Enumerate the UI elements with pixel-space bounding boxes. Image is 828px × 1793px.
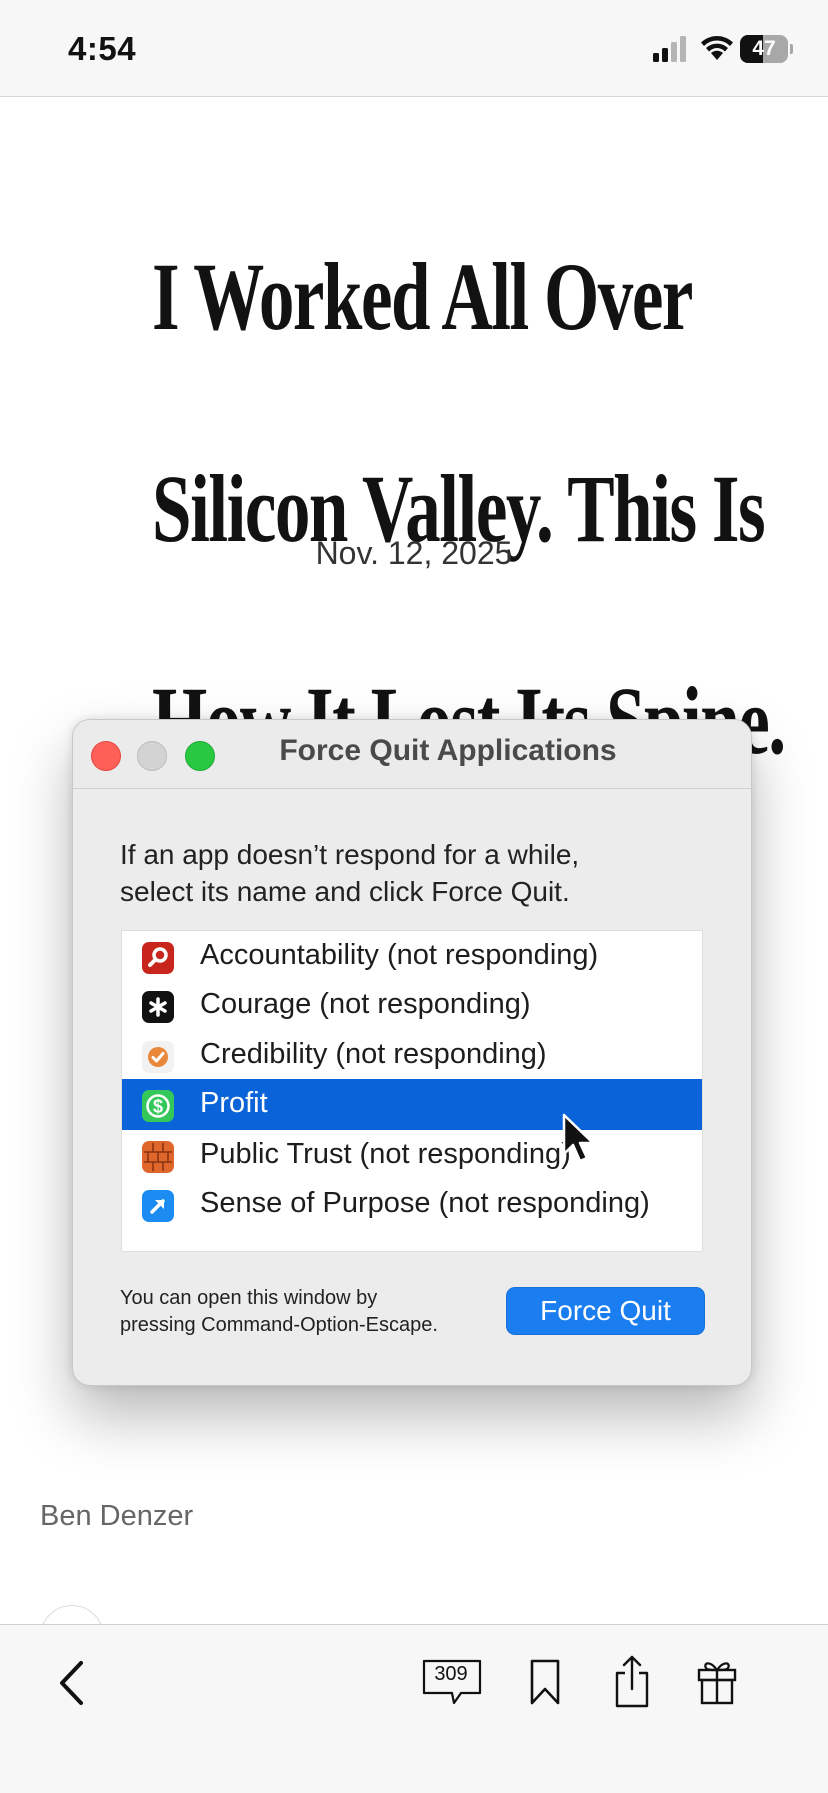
magnifier-icon bbox=[142, 942, 174, 974]
shortcut-hint: You can open this window by pressing Com… bbox=[120, 1285, 490, 1339]
window-title: Force Quit Applications bbox=[279, 734, 617, 767]
dollar-icon: $ bbox=[142, 1090, 174, 1122]
mouse-pointer-icon bbox=[562, 1113, 595, 1163]
comment-count: 309 bbox=[434, 1663, 468, 1685]
illustration-credit: Ben Denzer bbox=[40, 1500, 194, 1532]
app-list-row: Accountability (not responding) bbox=[122, 931, 702, 982]
window-titlebar: Force Quit Applications bbox=[73, 720, 751, 789]
app-name: Accountability (not responding) bbox=[200, 939, 599, 971]
app-list-row: $ Profit bbox=[122, 1079, 702, 1130]
instruction-line: select its name and click Force Quit. bbox=[120, 876, 570, 907]
battery-icon: 47 bbox=[740, 35, 793, 63]
window-instructions: If an app doesn’t respond for a while, s… bbox=[120, 836, 720, 910]
asterisk-icon bbox=[142, 991, 174, 1023]
brick-wall-icon bbox=[142, 1141, 174, 1173]
wifi-icon bbox=[701, 36, 733, 60]
cellular-signal-icon bbox=[653, 36, 686, 62]
share-icon[interactable] bbox=[612, 1653, 652, 1709]
headline-line: I Worked All Over bbox=[152, 243, 693, 350]
app-list-row: Public Trust (not responding) bbox=[122, 1130, 702, 1181]
arrow-icon bbox=[142, 1190, 174, 1222]
svg-text:$: $ bbox=[153, 1097, 163, 1117]
bookmark-icon[interactable] bbox=[528, 1658, 562, 1706]
app-name: Credibility (not responding) bbox=[200, 1038, 547, 1070]
app-list-row: Courage (not responding) bbox=[122, 980, 702, 1031]
hint-line: pressing Command-Option-Escape. bbox=[120, 1314, 438, 1336]
close-window-dot-icon bbox=[91, 741, 121, 771]
battery-percent: 47 bbox=[752, 37, 776, 60]
app-list-row: Sense of Purpose (not responding) bbox=[122, 1179, 702, 1230]
instruction-line: If an app doesn’t respond for a while, bbox=[120, 839, 580, 870]
app-list-row: Credibility (not responding) bbox=[122, 1030, 702, 1081]
app-name: Profit bbox=[200, 1087, 268, 1119]
app-name: Sense of Purpose (not responding) bbox=[200, 1187, 650, 1219]
app-name: Public Trust (not responding) bbox=[200, 1138, 571, 1170]
article-date: Nov. 12, 2025 bbox=[315, 535, 513, 571]
gift-icon[interactable] bbox=[696, 1657, 738, 1705]
minimize-window-dot-icon bbox=[137, 741, 167, 771]
back-chevron-icon[interactable] bbox=[52, 1657, 92, 1709]
force-quit-button: Force Quit bbox=[506, 1287, 705, 1335]
app-list: Accountability (not responding) Courage … bbox=[121, 930, 703, 1252]
force-quit-illustration: Force Quit Applications If an app doesn’… bbox=[72, 719, 752, 1386]
status-bar: 4:54 47 bbox=[0, 0, 828, 97]
status-time: 4:54 bbox=[68, 30, 137, 67]
hint-line: You can open this window by bbox=[120, 1287, 378, 1309]
comments-button[interactable]: 309 bbox=[422, 1659, 484, 1709]
app-name: Courage (not responding) bbox=[200, 988, 531, 1020]
checkmark-badge-icon bbox=[142, 1041, 174, 1073]
bottom-toolbar: 309 bbox=[0, 1624, 828, 1793]
